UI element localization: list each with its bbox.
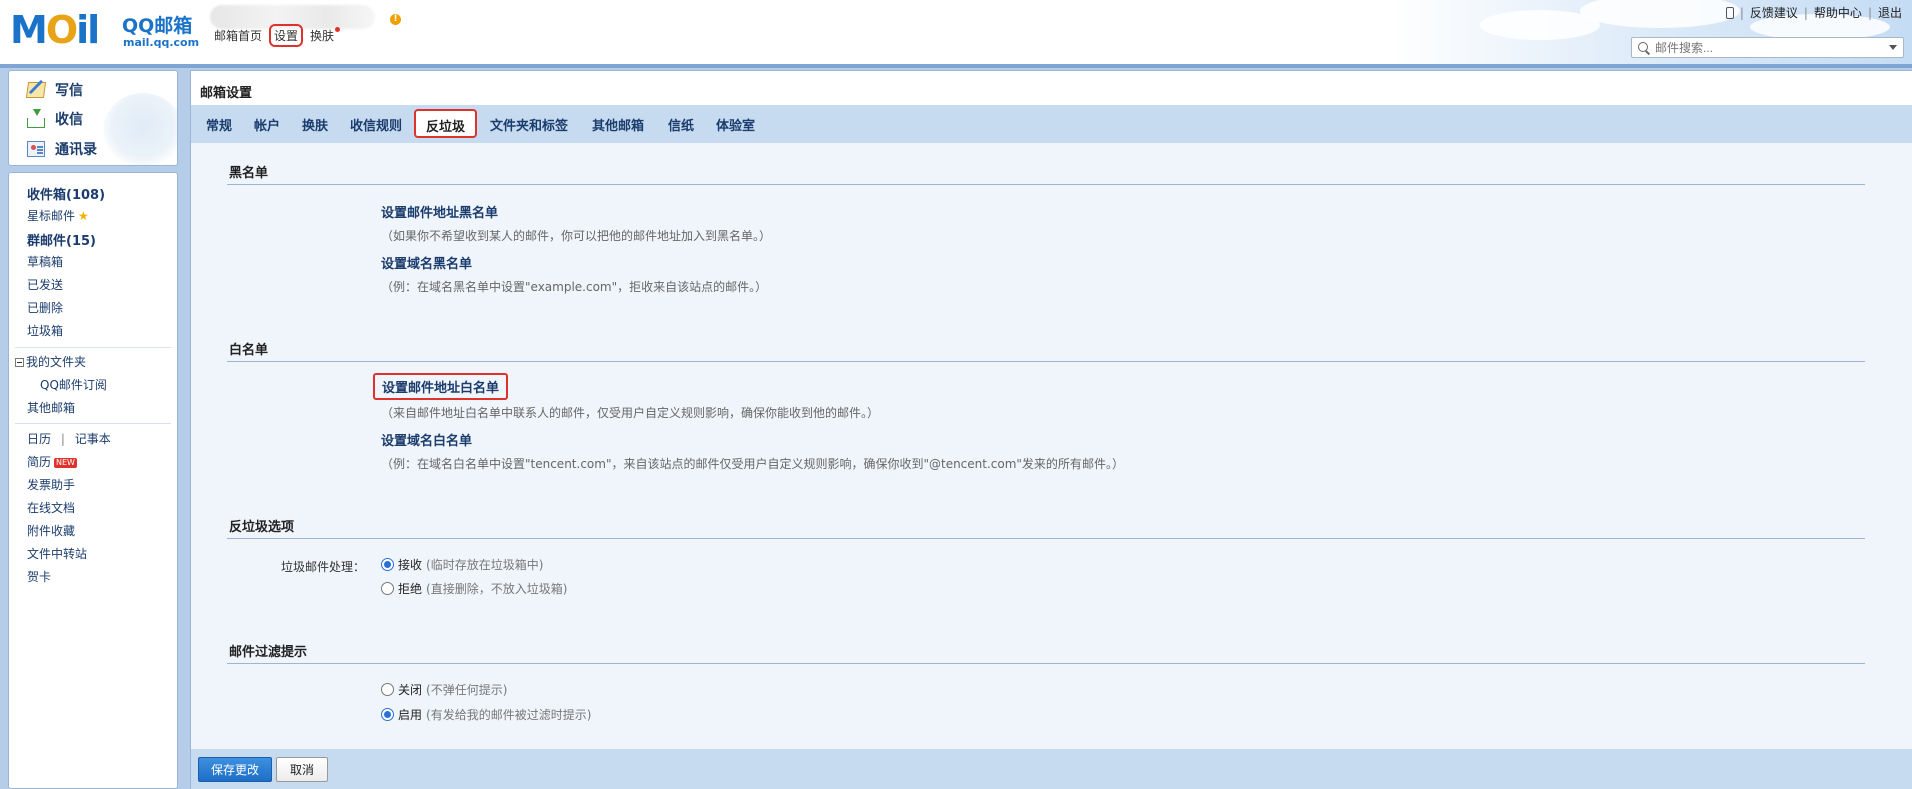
mail-search-box[interactable] — [1631, 37, 1904, 58]
receive-button[interactable]: 收信 — [27, 109, 83, 129]
logo-brand: QQ邮箱 — [122, 15, 193, 37]
calendar-link[interactable]: 日历 — [27, 432, 51, 446]
skin-new-dot-icon — [335, 27, 341, 32]
help-center-link[interactable]: 帮助中心 — [1814, 4, 1862, 21]
settings-tabs: 常规 帐户 换肤 收信规则 反垃圾 文件夹和标签 其他邮箱 信纸 体验室 — [191, 105, 1912, 143]
header: MOil QQ邮箱 mail.qq.com ! 邮箱首页 设置 换肤 | 反馈建… — [0, 0, 1912, 64]
tab-account[interactable]: 帐户 — [254, 115, 280, 134]
sidebar-item-inbox[interactable]: 收件箱(108) — [27, 184, 105, 203]
contact-card-icon — [27, 141, 45, 157]
tab-antispam[interactable]: 反垃圾 — [414, 109, 478, 138]
qq-mascot-decoration — [103, 93, 177, 165]
section-title-antispam-options: 反垃圾选项 — [229, 520, 295, 535]
sidebar-folder-list: 收件箱(108) 星标邮件 ★ 群邮件(15) 草稿箱 已发送 已删除 垃圾箱 我… — [8, 172, 178, 789]
top-links: | 反馈建议 | 帮助中心 | 退出 — [1725, 4, 1902, 21]
action-bar: 保存更改 取消 — [191, 749, 1912, 789]
sidebar-item-docs[interactable]: 在线文档 — [27, 499, 75, 516]
search-icon[interactable] — [1638, 41, 1650, 54]
sidebar-item-resume[interactable]: 简历 NEW — [27, 453, 77, 470]
blacklist-address-link[interactable]: 设置邮件地址黑名单 — [381, 202, 498, 221]
notice-dot-icon[interactable]: ! — [390, 14, 401, 25]
section-divider — [227, 538, 1865, 539]
tab-folders-labels[interactable]: 文件夹和标签 — [490, 115, 568, 134]
compose-button[interactable]: 写信 — [25, 80, 83, 100]
logout-link[interactable]: 退出 — [1878, 4, 1902, 21]
section-title-blacklist: 黑名单 — [229, 166, 269, 181]
notes-link[interactable]: 记事本 — [75, 432, 111, 446]
save-button[interactable]: 保存更改 — [198, 757, 272, 782]
whitelist-domain-link[interactable]: 设置域名白名单 — [381, 430, 472, 449]
tab-stationery[interactable]: 信纸 — [668, 115, 694, 134]
nav-settings-link[interactable]: 设置 — [269, 24, 304, 47]
whitelist-address-desc: （来自邮件地址白名单中联系人的邮件，仅受用户自定义规则影响，确保你能收到他的邮件… — [381, 406, 880, 420]
sidebar-item-other-mailboxes[interactable]: 其他邮箱 — [27, 399, 75, 416]
panel-title-bar: 邮箱设置 — [191, 71, 1912, 105]
tab-lab[interactable]: 体验室 — [716, 115, 755, 134]
sidebar-item-deleted[interactable]: 已删除 — [27, 299, 63, 316]
contacts-button[interactable]: 通讯录 — [27, 139, 97, 159]
blacklist-domain-link[interactable]: 设置域名黑名单 — [381, 253, 472, 272]
sidebar-item-sent[interactable]: 已发送 — [27, 276, 63, 293]
top-nav: 邮箱首页 设置 换肤 — [214, 24, 341, 47]
spam-accept-radio[interactable] — [381, 558, 394, 571]
mail-search-input[interactable] — [1655, 40, 1889, 55]
feedback-link[interactable]: 反馈建议 — [1750, 4, 1798, 21]
blacklist-address-desc: （如果你不希望收到某人的邮件，你可以把他的邮件地址加入到黑名单。） — [381, 229, 772, 243]
account-name-blurred[interactable] — [210, 5, 375, 29]
section-title-filter-notice: 邮件过滤提示 — [229, 645, 308, 660]
sidebar-item-cards[interactable]: 贺卡 — [27, 568, 51, 585]
divider — [15, 423, 171, 424]
sidebar-primary-actions: 写信 收信 通讯录 — [8, 70, 178, 166]
download-tray-icon — [27, 109, 45, 128]
nav-skin-link[interactable]: 换肤 — [310, 27, 341, 44]
frame-top-bar — [0, 64, 1912, 68]
section-divider — [227, 184, 1865, 185]
star-icon: ★ — [78, 209, 89, 223]
sidebar-item-spam[interactable]: 垃圾箱 — [27, 322, 63, 339]
tab-skin[interactable]: 换肤 — [302, 115, 328, 134]
logo-moil: MOil — [10, 8, 100, 52]
sidebar-item-calendar-notes: 日历 | 记事本 — [27, 432, 111, 446]
sidebar-item-file-transfer[interactable]: 文件中转站 — [27, 545, 87, 562]
collapse-icon[interactable] — [15, 358, 24, 367]
blacklist-domain-desc: （例：在域名黑名单中设置"example.com"，拒收来自该站点的邮件。） — [381, 280, 768, 294]
whitelist-address-link[interactable]: 设置邮件地址白名单 — [373, 373, 509, 400]
sidebar-item-group-mail[interactable]: 群邮件(15) — [27, 230, 96, 249]
sidebar-item-starred[interactable]: 星标邮件 ★ — [27, 207, 89, 224]
sidebar-item-my-folders[interactable]: 我的文件夹 — [15, 353, 86, 370]
page-title: 邮箱设置 — [200, 86, 253, 101]
spam-reject-option[interactable]: 拒绝 (直接删除，不放入垃圾箱) — [381, 580, 567, 597]
spam-accept-option[interactable]: 接收 (临时存放在垃圾箱中) — [381, 556, 543, 573]
chevron-down-icon[interactable] — [1889, 45, 1897, 50]
section-title-whitelist: 白名单 — [229, 343, 269, 358]
filter-notice-off-radio[interactable] — [381, 683, 394, 696]
spam-reject-radio[interactable] — [381, 582, 394, 595]
sidebar-item-invoice[interactable]: 发票助手 — [27, 476, 75, 493]
cancel-button[interactable]: 取消 — [276, 757, 328, 782]
divider — [15, 347, 171, 348]
nav-home-link[interactable]: 邮箱首页 — [214, 27, 262, 44]
spam-handling-label: 垃圾邮件处理： — [281, 560, 366, 574]
sidebar-item-attachments[interactable]: 附件收藏 — [27, 522, 75, 539]
settings-panel: 邮箱设置 常规 帐户 换肤 收信规则 反垃圾 文件夹和标签 其他邮箱 信纸 体验… — [190, 70, 1912, 789]
tab-other-mailboxes[interactable]: 其他邮箱 — [592, 115, 644, 134]
sidebar-item-qq-subscription[interactable]: QQ邮件订阅 — [40, 376, 107, 393]
mail-logo[interactable]: MOil QQ邮箱 mail.qq.com — [10, 8, 200, 52]
new-badge: NEW — [54, 458, 77, 468]
section-divider — [227, 663, 1865, 664]
filter-notice-on-option[interactable]: 启用 (有发给我的邮件被过滤时提示) — [381, 706, 591, 723]
pencil-icon — [25, 82, 47, 98]
sidebar-item-drafts[interactable]: 草稿箱 — [27, 253, 63, 270]
filter-notice-off-option[interactable]: 关闭 (不弹任何提示) — [381, 681, 507, 698]
section-divider — [227, 361, 1865, 362]
filter-notice-on-radio[interactable] — [381, 708, 394, 721]
tab-rules[interactable]: 收信规则 — [350, 115, 402, 134]
logo-domain: mail.qq.com — [123, 36, 200, 49]
whitelist-domain-desc: （例：在域名白名单中设置"tencent.com"，来自该站点的邮件仅受用户自定… — [381, 457, 1124, 471]
tab-general[interactable]: 常规 — [206, 115, 232, 134]
mobile-phone-icon[interactable] — [1725, 6, 1734, 19]
